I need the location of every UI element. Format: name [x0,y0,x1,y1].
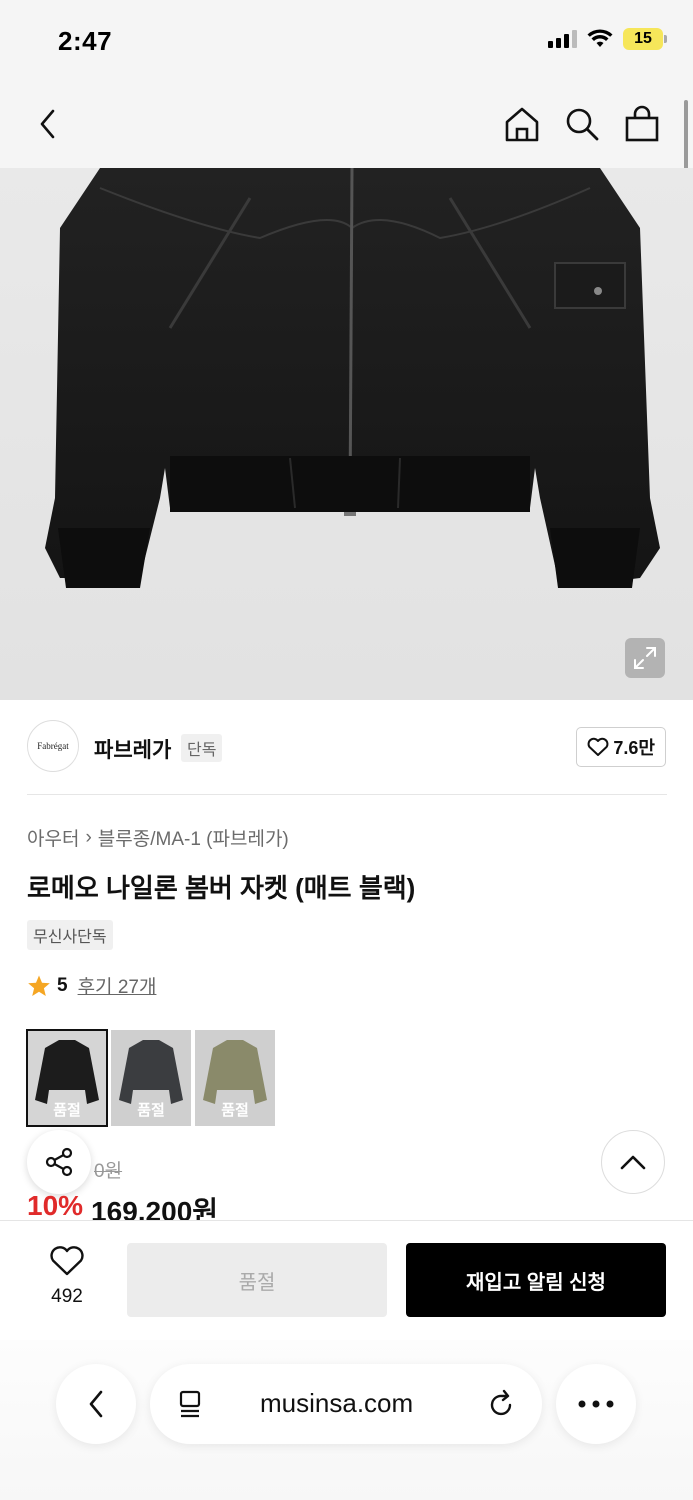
shopping-bag-icon [625,105,659,142]
brand-exclusive-tag: 단독 [181,734,223,762]
swatch-soldout-label: 품절 [53,1102,81,1119]
swatch-soldout-label: 품절 [221,1102,249,1119]
buy-bar: 492 품절 재입고 알림 신청 [0,1220,693,1340]
chevron-left-icon [89,1390,103,1418]
review-link[interactable]: 후기 27개 [78,972,157,999]
url-text[interactable]: musinsa.com [260,1388,413,1419]
wifi-icon [587,29,613,47]
original-price: 0원 [94,1161,123,1182]
search-button[interactable] [560,102,604,146]
browser-more-button[interactable] [556,1364,636,1444]
brand-row: Fabrégat 파브레가 단독 7.6만 [0,700,693,794]
cellular-signal-icon [548,30,577,48]
rating-row: 5 후기 27개 [27,972,156,999]
browser-toolbar: musinsa.com [0,1340,693,1500]
cart-button[interactable] [620,102,664,146]
status-time: 2:47 [58,26,113,56]
share-icon [45,1147,73,1177]
wishlist-button[interactable]: 492 [40,1245,94,1308]
chevron-up-icon [620,1155,646,1170]
reload-icon[interactable] [488,1389,516,1419]
swatch-black[interactable]: 품절 [26,1029,108,1127]
home-button[interactable] [500,102,544,146]
brand-name[interactable]: 파브레가 [94,734,171,764]
browser-back-button[interactable] [56,1364,136,1444]
product-image[interactable] [0,168,693,700]
brand-logo[interactable]: Fabrégat [27,720,79,772]
color-swatches: 품절 품절 품절 [26,1029,275,1127]
breadcrumb-category[interactable]: 아우터 [27,824,79,851]
status-icons: 15 [548,28,667,50]
jacket-illustration [45,168,660,588]
reader-icon[interactable] [178,1390,204,1418]
more-icon [578,1400,614,1408]
restock-alert-button[interactable]: 재입고 알림 신청 [406,1243,666,1317]
exclusive-badge: 무신사단독 [27,920,113,950]
rating-score: 5 [57,974,68,996]
battery-icon: 15 [623,28,667,50]
brand-like-count: 7.6만 [613,738,655,758]
address-bar[interactable]: musinsa.com [150,1364,542,1444]
brand-like-button[interactable]: 7.6만 [576,727,666,767]
expand-image-button[interactable] [625,638,665,678]
status-bar: 2:47 15 [0,0,693,84]
swatch-charcoal[interactable]: 품절 [111,1030,191,1126]
expand-icon [634,647,656,669]
back-button[interactable] [26,102,70,146]
breadcrumb: 아우터 › 블루종/MA-1 (파브레가) [27,824,289,851]
home-icon [505,107,539,142]
swatch-olive[interactable]: 품절 [195,1030,275,1126]
breadcrumb-separator: › [85,826,92,848]
heart-icon [50,1246,84,1276]
search-icon [566,108,599,141]
divider [27,794,667,795]
breadcrumb-subcategory[interactable]: 블루종/MA-1 (파브레가) [98,824,289,851]
swatch-soldout-label: 품절 [137,1102,165,1119]
top-nav [0,84,693,168]
product-title: 로메오 나일론 봄버 자켓 (매트 블랙) [27,873,416,903]
star-icon [28,975,50,996]
chevron-left-icon [40,109,55,139]
wishlist-count: 492 [51,1286,83,1307]
heart-icon [587,737,609,756]
scroll-top-button[interactable] [601,1130,665,1194]
share-button[interactable] [27,1130,91,1194]
soldout-button: 품절 [127,1243,387,1317]
